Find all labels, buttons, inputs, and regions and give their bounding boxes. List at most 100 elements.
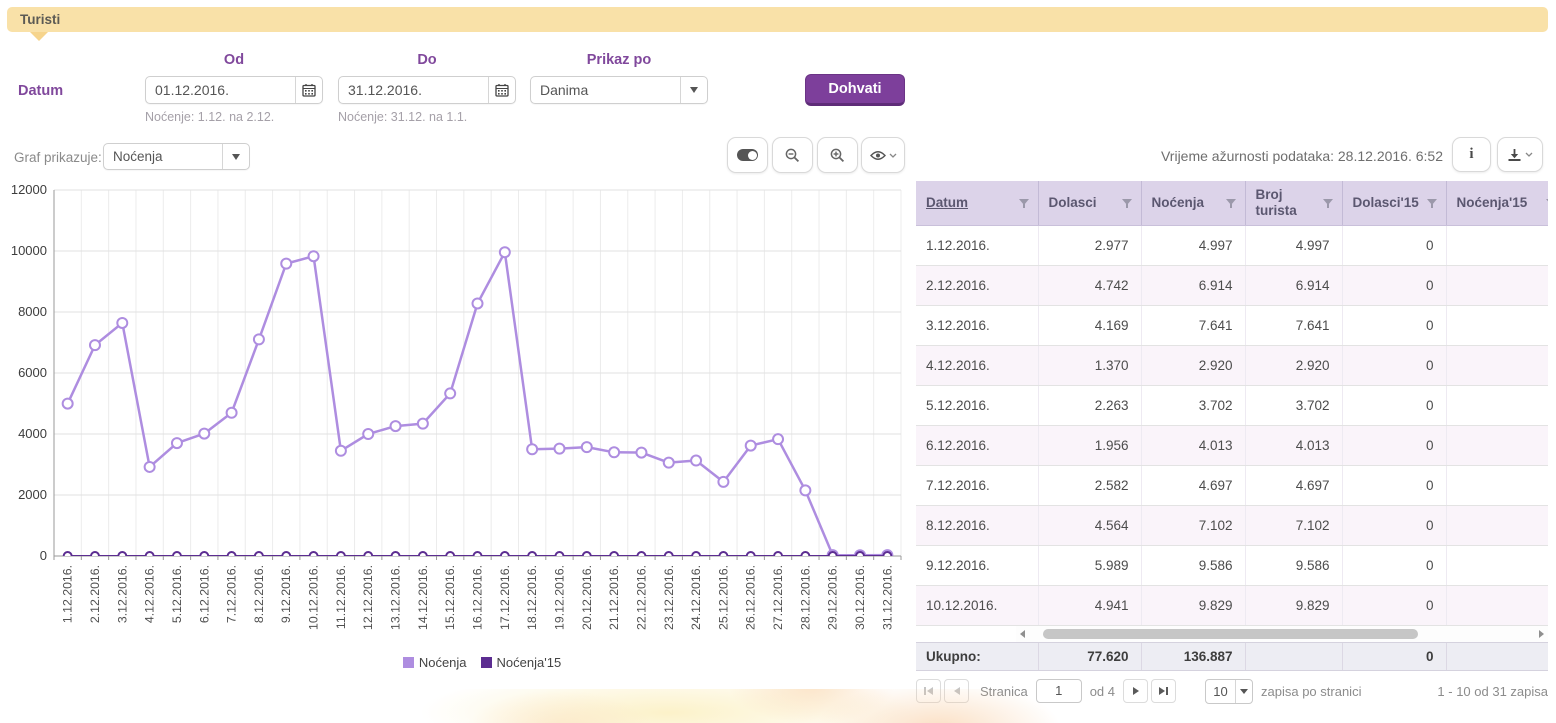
- column-header-1[interactable]: Dolasci: [1038, 181, 1141, 225]
- table-row[interactable]: 2.12.2016.4.7426.9146.9140: [916, 265, 1548, 305]
- visibility-button[interactable]: [861, 137, 905, 173]
- data-point[interactable]: [228, 552, 236, 560]
- prikaz-po-select[interactable]: Danima: [530, 76, 708, 104]
- data-point[interactable]: [610, 552, 618, 560]
- data-point[interactable]: [392, 552, 400, 560]
- table-row[interactable]: 10.12.2016.4.9419.8299.8290: [916, 585, 1548, 625]
- display-toggle-button[interactable]: [727, 137, 768, 173]
- calendar-icon[interactable]: [295, 77, 322, 103]
- date-to-input[interactable]: 31.12.2016.: [338, 76, 516, 104]
- table-row[interactable]: 1.12.2016.2.9774.9974.9970: [916, 225, 1548, 265]
- data-point[interactable]: [118, 552, 126, 560]
- data-point[interactable]: [63, 399, 73, 409]
- column-header-5[interactable]: Noćenja'15: [1446, 181, 1548, 225]
- data-point[interactable]: [719, 552, 727, 560]
- tab-turisti[interactable]: Turisti: [7, 7, 1548, 32]
- zoom-out-button[interactable]: [772, 137, 813, 173]
- last-page-button[interactable]: [1151, 679, 1176, 703]
- data-point[interactable]: [856, 552, 864, 560]
- first-page-button[interactable]: [916, 679, 941, 703]
- chevron-down-icon[interactable]: [222, 144, 249, 169]
- page-size-select[interactable]: 10: [1205, 679, 1253, 704]
- line-chart[interactable]: 0200040006000800010000120001.12.2016.2.1…: [6, 184, 908, 646]
- data-point[interactable]: [310, 552, 318, 560]
- data-point[interactable]: [583, 552, 591, 560]
- data-point[interactable]: [91, 552, 99, 560]
- data-point[interactable]: [747, 552, 755, 560]
- column-header-3[interactable]: Broj turista: [1245, 181, 1342, 225]
- data-point[interactable]: [664, 458, 674, 468]
- table-row[interactable]: 6.12.2016.1.9564.0134.0130: [916, 425, 1548, 465]
- data-point[interactable]: [474, 552, 482, 560]
- data-point[interactable]: [418, 419, 428, 429]
- data-point[interactable]: [364, 552, 372, 560]
- data-point[interactable]: [145, 462, 155, 472]
- data-point[interactable]: [64, 552, 72, 560]
- data-point[interactable]: [200, 552, 208, 560]
- table-row[interactable]: 3.12.2016.4.1697.6417.6410: [916, 305, 1548, 345]
- data-point[interactable]: [117, 318, 127, 328]
- filter-funnel-icon[interactable]: [1019, 199, 1029, 205]
- horizontal-scrollbar[interactable]: [1016, 626, 1548, 642]
- data-point[interactable]: [90, 340, 100, 350]
- data-point[interactable]: [254, 334, 264, 344]
- filter-funnel-icon[interactable]: [1226, 199, 1236, 205]
- info-button[interactable]: i: [1452, 137, 1491, 172]
- filter-funnel-icon[interactable]: [1122, 199, 1132, 205]
- scrollbar-thumb[interactable]: [1043, 629, 1418, 639]
- data-point[interactable]: [309, 251, 319, 261]
- data-point[interactable]: [883, 552, 891, 560]
- data-point[interactable]: [363, 429, 373, 439]
- data-point[interactable]: [281, 259, 291, 269]
- data-point[interactable]: [609, 447, 619, 457]
- data-point[interactable]: [773, 434, 783, 444]
- download-button[interactable]: [1497, 137, 1543, 172]
- data-point[interactable]: [391, 421, 401, 431]
- data-point[interactable]: [665, 552, 673, 560]
- data-point[interactable]: [800, 485, 810, 495]
- page-number-input[interactable]: 1: [1036, 679, 1082, 703]
- table-row[interactable]: 8.12.2016.4.5647.1027.1020: [916, 505, 1548, 545]
- table-row[interactable]: 9.12.2016.5.9899.5869.5860: [916, 545, 1548, 585]
- chevron-down-icon[interactable]: [680, 77, 707, 103]
- zoom-in-button[interactable]: [817, 137, 858, 173]
- scroll-right-icon[interactable]: [1539, 630, 1544, 638]
- data-point[interactable]: [500, 247, 510, 257]
- data-point[interactable]: [527, 444, 537, 454]
- column-header-2[interactable]: Noćenja: [1141, 181, 1245, 225]
- data-point[interactable]: [718, 477, 728, 487]
- data-point[interactable]: [501, 552, 509, 560]
- data-point[interactable]: [172, 438, 182, 448]
- data-point[interactable]: [337, 552, 345, 560]
- previous-page-button[interactable]: [944, 679, 969, 703]
- table-row[interactable]: 5.12.2016.2.2633.7023.7020: [916, 385, 1548, 425]
- data-point[interactable]: [419, 552, 427, 560]
- data-point[interactable]: [691, 456, 701, 466]
- data-point[interactable]: [173, 552, 181, 560]
- dohvati-button[interactable]: Dohvati: [805, 74, 905, 106]
- data-point[interactable]: [146, 552, 154, 560]
- table-row[interactable]: 7.12.2016.2.5824.6974.6970: [916, 465, 1548, 505]
- data-point[interactable]: [582, 442, 592, 452]
- data-point[interactable]: [473, 298, 483, 308]
- data-point[interactable]: [255, 552, 263, 560]
- data-point[interactable]: [637, 552, 645, 560]
- table-row[interactable]: 4.12.2016.1.3702.9202.9200: [916, 345, 1548, 385]
- data-point[interactable]: [692, 552, 700, 560]
- column-header-0[interactable]: Datum: [916, 181, 1038, 225]
- data-point[interactable]: [445, 388, 455, 398]
- next-page-button[interactable]: [1123, 679, 1148, 703]
- data-point[interactable]: [528, 552, 536, 560]
- data-point[interactable]: [554, 444, 564, 454]
- data-point[interactable]: [801, 552, 809, 560]
- filter-funnel-icon[interactable]: [1323, 199, 1333, 205]
- graf-prikazuje-select[interactable]: Noćenja: [103, 143, 250, 170]
- column-header-4[interactable]: Dolasci'15: [1342, 181, 1446, 225]
- data-point[interactable]: [336, 446, 346, 456]
- data-point[interactable]: [774, 552, 782, 560]
- date-from-input[interactable]: 01.12.2016.: [145, 76, 323, 104]
- data-point[interactable]: [829, 552, 837, 560]
- data-point[interactable]: [636, 448, 646, 458]
- data-point[interactable]: [446, 552, 454, 560]
- data-point[interactable]: [199, 429, 209, 439]
